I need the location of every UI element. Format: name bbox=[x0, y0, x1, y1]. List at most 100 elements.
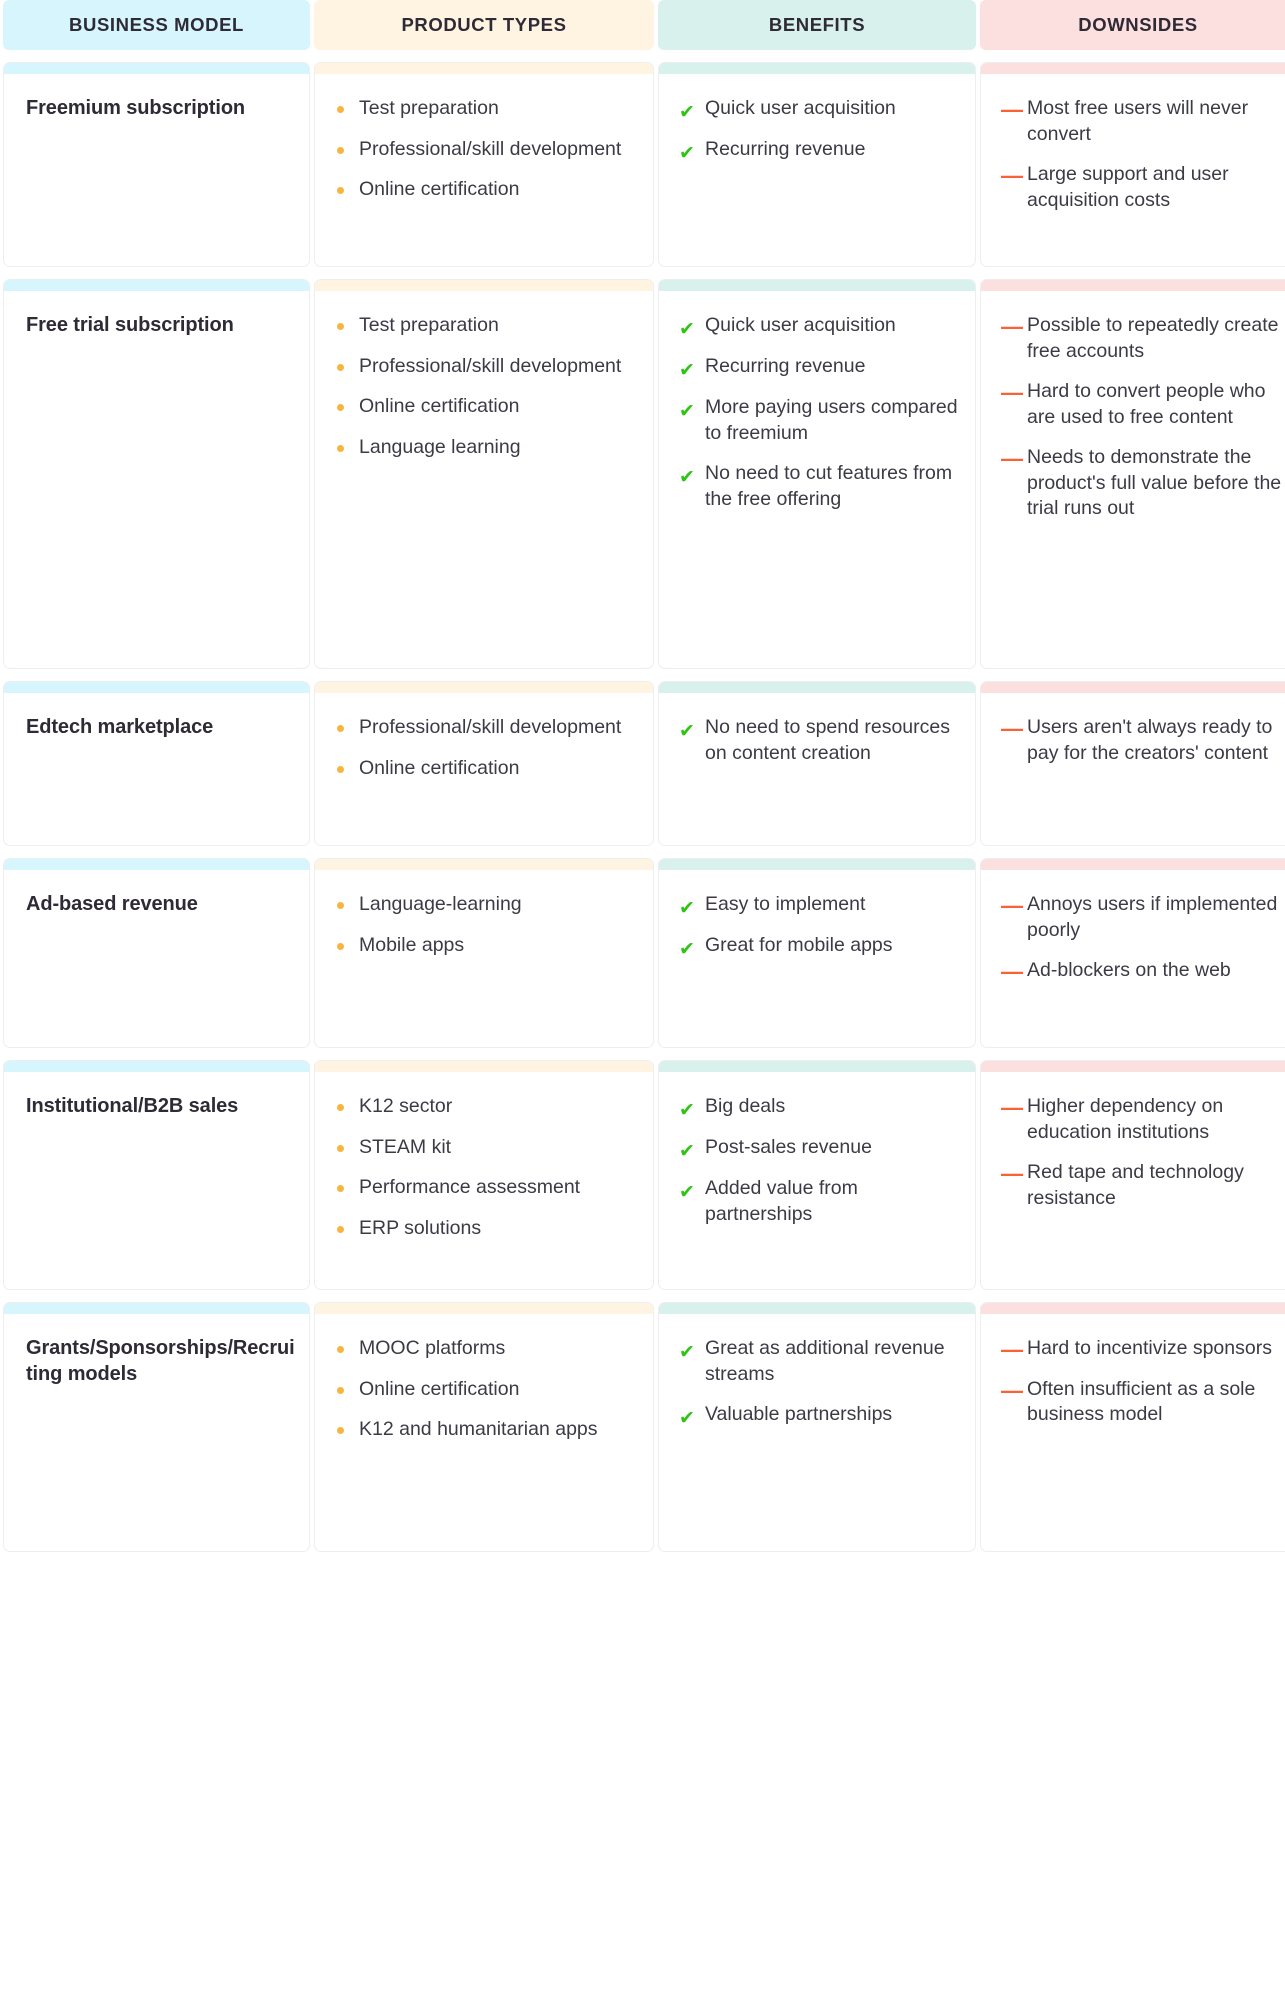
cell-products-row-3: Professional/skill development Online cer… bbox=[314, 681, 654, 846]
cell-body: Freemium subscription bbox=[4, 74, 309, 266]
cell-accent-strip bbox=[659, 280, 975, 291]
cell-accent-strip bbox=[315, 1061, 653, 1072]
bullet-dot-icon bbox=[337, 765, 344, 773]
list-item-label: Big deals bbox=[705, 1095, 786, 1117]
list-item: — Most free users will never convert bbox=[1001, 96, 1285, 147]
bullet-dot-icon bbox=[337, 1386, 344, 1394]
cell-accent-strip bbox=[659, 1303, 975, 1314]
bullet-dot-icon bbox=[337, 444, 344, 452]
orange-dash-icon: — bbox=[1001, 1095, 1023, 1120]
cell-model-row-6: Grants/Sponsorships/Recruiting models bbox=[3, 1302, 310, 1552]
cell-products-row-5: K12 sector STEAM kit Performance assessmen… bbox=[314, 1060, 654, 1290]
orange-dash-icon: — bbox=[1001, 314, 1023, 339]
cell-accent-strip bbox=[315, 682, 653, 693]
cell-accent-strip bbox=[981, 1303, 1285, 1314]
cell-body: Language-learning Mobile apps bbox=[315, 870, 653, 1047]
list-item: K12 and humanitarian apps bbox=[335, 1417, 643, 1443]
list-item: ✔ No need to spend resources on content c… bbox=[679, 715, 969, 766]
cell-accent-strip bbox=[4, 63, 309, 74]
list-item: STEAM kit bbox=[335, 1135, 643, 1161]
cell-accent-strip bbox=[315, 1303, 653, 1314]
list-item: Online certification bbox=[335, 177, 643, 203]
list-item-label: STEAM kit bbox=[359, 1135, 452, 1158]
cell-accent-strip bbox=[981, 1061, 1285, 1072]
benefits-list: ✔ Easy to implement ✔ Great for mobile apps bbox=[679, 892, 969, 959]
bullet-dot-icon bbox=[337, 1346, 344, 1353]
list-item-label: Language learning bbox=[359, 435, 521, 458]
cell-body: ✔ Great as additional revenue streams ✔ Val… bbox=[659, 1314, 975, 1551]
list-item-label: Test preparation bbox=[359, 97, 499, 119]
list-item: — Often insufficient as a sole business m… bbox=[1001, 1377, 1285, 1428]
cell-model-row-2: Free trial subscription bbox=[3, 279, 310, 669]
cell-downsides-row-1: — Most free users will never convert — Larg… bbox=[980, 62, 1285, 267]
cell-accent-strip bbox=[981, 63, 1285, 74]
cell-accent-strip bbox=[4, 1303, 309, 1314]
list-item-label: Large support and user acquisition costs bbox=[1027, 163, 1229, 211]
list-item: Test preparation bbox=[335, 313, 643, 339]
row-spacer bbox=[3, 1290, 1285, 1302]
cell-accent-strip bbox=[981, 280, 1285, 291]
green-check-icon: ✔ bbox=[679, 1342, 695, 1363]
cell-body: Grants/Sponsorships/Recruiting models bbox=[4, 1314, 309, 1551]
cell-accent-strip bbox=[4, 280, 309, 291]
list-item: Language-learning bbox=[335, 892, 643, 918]
list-item-label: MOOC platforms bbox=[359, 1337, 506, 1359]
list-item-label: Test preparation bbox=[359, 314, 499, 336]
benefits-list: ✔ Great as additional revenue streams ✔ Val… bbox=[679, 1336, 969, 1428]
column-header-downsides: DOWNSIDES bbox=[980, 0, 1285, 50]
cell-accent-strip bbox=[981, 682, 1285, 693]
list-item: — Users aren't always ready to pay for th… bbox=[1001, 715, 1285, 766]
green-check-icon: ✔ bbox=[679, 1141, 695, 1162]
green-check-icon: ✔ bbox=[679, 1408, 695, 1430]
green-check-icon: ✔ bbox=[679, 1182, 695, 1203]
list-item: ✔ Recurring revenue bbox=[679, 137, 969, 163]
list-item-label: Ad-blockers on the web bbox=[1027, 959, 1231, 982]
business-model-name: Free trial subscription bbox=[26, 314, 234, 336]
orange-dash-icon: — bbox=[1001, 1337, 1023, 1362]
list-item: Online certification bbox=[335, 756, 643, 782]
green-check-icon: ✔ bbox=[679, 721, 695, 742]
bullet-dot-icon bbox=[337, 404, 344, 412]
list-item-label: Red tape and technology resistance bbox=[1027, 1161, 1244, 1209]
bullet-dot-icon bbox=[337, 363, 344, 371]
list-item-label: No need to spend resources on content cr… bbox=[705, 716, 950, 764]
list-item: — Hard to incentivize sponsors bbox=[1001, 1336, 1285, 1362]
downsides-list: — Annoys users if implemented poorly — Ad-b… bbox=[1001, 892, 1285, 984]
list-item-label: Quick user acquisition bbox=[705, 314, 896, 336]
orange-dash-icon: — bbox=[1001, 446, 1023, 472]
list-item: ✔ Valuable partnerships bbox=[679, 1402, 969, 1428]
green-check-icon: ✔ bbox=[679, 360, 695, 381]
list-item: — Annoys users if implemented poorly bbox=[1001, 892, 1285, 943]
list-item-label: Mobile apps bbox=[359, 933, 465, 956]
cell-benefits-row-2: ✔ Quick user acquisition ✔ Recurring revenu… bbox=[658, 279, 976, 669]
list-item: Mobile apps bbox=[335, 933, 643, 959]
product-types-list: MOOC platforms Online certification K12 an… bbox=[335, 1336, 643, 1443]
list-item: ✔ Added value from partnerships bbox=[679, 1176, 969, 1227]
cell-downsides-row-3: — Users aren't always ready to pay for th… bbox=[980, 681, 1285, 846]
list-item: ✔ Quick user acquisition bbox=[679, 96, 969, 122]
cell-accent-strip bbox=[315, 859, 653, 870]
business-model-name: Institutional/B2B sales bbox=[26, 1095, 239, 1117]
list-item: Professional/skill development bbox=[335, 715, 643, 741]
cell-body: Edtech marketplace bbox=[4, 693, 309, 845]
list-item: Performance assessment bbox=[335, 1175, 643, 1201]
cell-body: ✔ Quick user acquisition ✔ Recurring revenu… bbox=[659, 291, 975, 668]
bullet-dot-icon bbox=[337, 323, 344, 330]
list-item: — Higher dependency on education institut… bbox=[1001, 1094, 1285, 1145]
downsides-list: — Higher dependency on education institut… bbox=[1001, 1094, 1285, 1211]
orange-dash-icon: — bbox=[1001, 97, 1023, 122]
cell-model-row-4: Ad-based revenue bbox=[3, 858, 310, 1048]
cell-body: K12 sector STEAM kit Performance assessmen… bbox=[315, 1072, 653, 1289]
list-item-label: Possible to repeatedly create free accou… bbox=[1027, 314, 1279, 362]
cell-accent-strip bbox=[981, 859, 1285, 870]
row-spacer bbox=[3, 267, 1285, 279]
cell-model-row-1: Freemium subscription bbox=[3, 62, 310, 267]
business-model-name: Freemium subscription bbox=[26, 97, 246, 119]
cell-body: — Most free users will never convert — Larg… bbox=[981, 74, 1285, 266]
list-item: — Possible to repeatedly create free acco… bbox=[1001, 313, 1285, 364]
row-spacer bbox=[3, 846, 1285, 858]
bullet-dot-icon bbox=[337, 1225, 344, 1233]
cell-model-row-3: Edtech marketplace bbox=[3, 681, 310, 846]
benefits-list: ✔ Quick user acquisition ✔ Recurring revenu… bbox=[679, 96, 969, 163]
list-item-label: Users aren't always ready to pay for the… bbox=[1027, 716, 1273, 764]
